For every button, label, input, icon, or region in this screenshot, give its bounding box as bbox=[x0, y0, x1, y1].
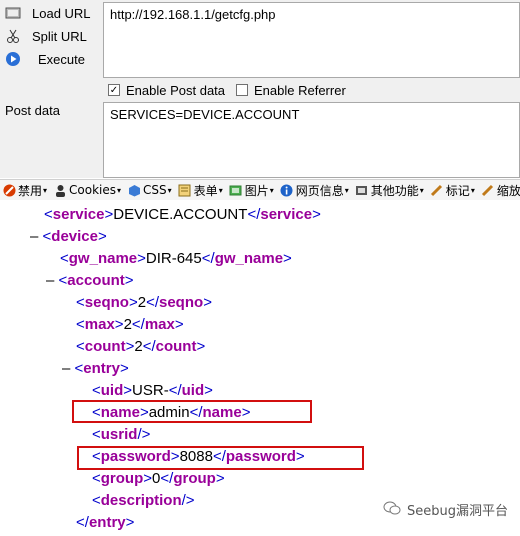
execute-button[interactable]: Execute bbox=[4, 49, 85, 69]
toolbar-image[interactable]: 图片 ▾ bbox=[229, 182, 274, 199]
hackbar-panel: Load URL Split URL Execute http://192.16… bbox=[0, 0, 520, 178]
misc-icon bbox=[355, 183, 369, 197]
toolbar-cookies[interactable]: Cookies ▾ bbox=[53, 183, 121, 197]
execute-label: Execute bbox=[38, 51, 85, 67]
post-data-textarea[interactable]: SERVICES=DEVICE.ACCOUNT bbox=[103, 102, 520, 178]
xml-line-uid: <uid>USR-</uid> bbox=[92, 382, 213, 399]
image-icon bbox=[229, 183, 243, 197]
play-icon bbox=[4, 50, 22, 68]
xml-line-group: <group>0</group> bbox=[92, 470, 225, 487]
enable-referrer-label: Enable Referrer bbox=[254, 82, 346, 98]
post-data-label: Post data bbox=[5, 103, 60, 118]
check-icon: ✓ bbox=[108, 84, 120, 96]
xml-line-entry-close: </entry> bbox=[76, 514, 135, 531]
load-url-label: Load URL bbox=[32, 5, 91, 21]
wechat-icon bbox=[383, 501, 401, 519]
cookies-icon bbox=[53, 183, 67, 197]
url-textarea[interactable]: http://192.168.1.1/getcfg.php bbox=[103, 2, 520, 78]
toolbar-css[interactable]: CSS ▾ bbox=[127, 183, 172, 197]
xml-line-entry[interactable]: – <entry> bbox=[62, 358, 129, 380]
unchecked-box bbox=[236, 84, 248, 96]
zoom-icon bbox=[481, 183, 495, 197]
xml-line-count: <count>2</count> bbox=[76, 338, 206, 355]
xml-line-max: <max>2</max> bbox=[76, 316, 184, 333]
enable-referrer-checkbox[interactable]: Enable Referrer bbox=[236, 80, 346, 100]
toolbar-info[interactable]: 网页信息 ▾ bbox=[280, 182, 349, 199]
toolbar-disable[interactable]: 禁用 ▾ bbox=[2, 182, 47, 199]
toolbar-zoom[interactable]: 缩放▾ bbox=[481, 182, 520, 199]
info-icon bbox=[280, 183, 294, 197]
post-data-value: SERVICES=DEVICE.ACCOUNT bbox=[110, 107, 300, 122]
toolbar-form[interactable]: 表单 ▾ bbox=[178, 182, 223, 199]
xml-line-device[interactable]: – <device> bbox=[30, 226, 107, 248]
xml-line-seqno: <seqno>2</seqno> bbox=[76, 294, 212, 311]
xml-line-usrid: <usrid/> bbox=[92, 426, 151, 443]
split-url-label: Split URL bbox=[32, 28, 87, 44]
disable-icon bbox=[2, 183, 16, 197]
xml-line-description: <description/> bbox=[92, 492, 195, 509]
scissors-icon bbox=[4, 27, 22, 45]
mark-icon bbox=[430, 183, 444, 197]
css-icon bbox=[127, 183, 141, 197]
watermark: Seebug漏洞平台 bbox=[383, 500, 508, 519]
enable-post-checkbox[interactable]: ✓ Enable Post data bbox=[108, 80, 225, 100]
split-url-button[interactable]: Split URL bbox=[4, 26, 87, 46]
load-url-button[interactable]: Load URL bbox=[4, 3, 91, 23]
form-icon bbox=[178, 183, 192, 197]
xml-line-service: <service>DEVICE.ACCOUNT</service> bbox=[44, 206, 321, 223]
url-value: http://192.168.1.1/getcfg.php bbox=[110, 7, 276, 22]
highlight-password-box bbox=[77, 446, 364, 470]
enable-post-label: Enable Post data bbox=[126, 82, 226, 98]
xml-line-gw-name: <gw_name>DIR-645</gw_name> bbox=[60, 250, 292, 267]
webdev-toolbar: 禁用 ▾ Cookies ▾ CSS ▾ 表单 ▾ 图片 ▾ 网页信息 ▾ 其他功能 ▾ 标记… bbox=[0, 179, 520, 200]
toolbar-misc[interactable]: 其他功能 ▾ bbox=[355, 182, 424, 199]
watermark-text: Seebug漏洞平台 bbox=[407, 504, 508, 519]
xml-line-account[interactable]: – <account> bbox=[46, 270, 134, 292]
toolbar-mark[interactable]: 标记 ▾ bbox=[430, 182, 475, 199]
load-url-icon bbox=[4, 4, 22, 22]
highlight-name-box bbox=[72, 400, 312, 423]
xml-viewer: <service>DEVICE.ACCOUNT</service> – <dev… bbox=[0, 200, 520, 536]
